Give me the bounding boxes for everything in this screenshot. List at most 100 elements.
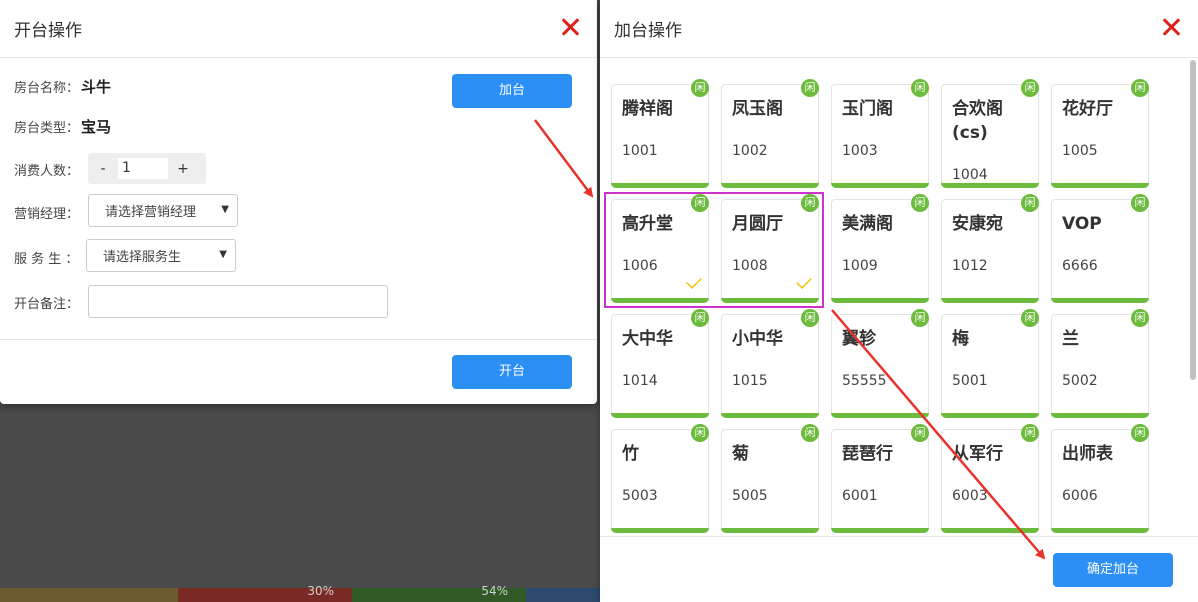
idle-status-badge: 闲 bbox=[911, 194, 929, 212]
room-name: 安康宛 bbox=[952, 214, 1003, 234]
room-name: 琵琶行 bbox=[842, 444, 893, 464]
footer-divider bbox=[600, 536, 1198, 537]
room-card[interactable]: 小中华 1015 闲 bbox=[721, 309, 819, 418]
idle-status-badge: 闲 bbox=[691, 424, 709, 442]
scrollbar[interactable] bbox=[1190, 60, 1196, 380]
idle-status-badge: 闲 bbox=[911, 424, 929, 442]
idle-status-badge: 闲 bbox=[1131, 309, 1149, 327]
room-name: 菊 bbox=[732, 444, 749, 464]
room-number: 1005 bbox=[1062, 143, 1098, 159]
room-name: 月圆厅 bbox=[732, 214, 783, 234]
open-table-dialog: 开台操作 房台名称： 斗牛 房台类型： 宝马 消费人数： - 1 + 营销经理：… bbox=[0, 0, 597, 404]
room-name: 腾祥阁 bbox=[622, 99, 673, 119]
idle-status-badge: 闲 bbox=[1131, 79, 1149, 97]
checkmark-icon bbox=[796, 273, 812, 289]
room-number: 1002 bbox=[732, 143, 768, 159]
stat-segment bbox=[526, 588, 600, 602]
stat-percent: 54% bbox=[481, 584, 508, 598]
room-card[interactable]: 凤玉阁 1002 闲 bbox=[721, 79, 819, 188]
room-card[interactable]: VOP 6666 闲 bbox=[1051, 194, 1149, 303]
decrement-button[interactable]: - bbox=[88, 161, 118, 177]
remark-label: 开台备注： bbox=[14, 297, 80, 312]
room-name: 凤玉阁 bbox=[732, 99, 783, 119]
increment-button[interactable]: + bbox=[168, 161, 198, 177]
idle-status-badge: 闲 bbox=[691, 194, 709, 212]
stat-segment: 54% bbox=[352, 584, 526, 602]
dialog-title: 加台操作 bbox=[614, 21, 682, 41]
people-count-input[interactable]: 1 bbox=[118, 158, 168, 179]
people-count-label: 消费人数： bbox=[14, 164, 80, 179]
idle-status-badge: 闲 bbox=[1021, 194, 1039, 212]
room-type-row: 房台类型： 宝马 bbox=[14, 116, 111, 137]
stat-segment bbox=[0, 588, 178, 602]
add-table-dialog: 加台操作 腾祥阁 1001 闲凤玉阁 1002 闲玉门阁 1003 闲合欢阁(cs) 1004… bbox=[600, 0, 1198, 602]
stat-percent: 30% bbox=[307, 584, 334, 598]
room-name: 美满阁 bbox=[842, 214, 893, 234]
room-number: 5003 bbox=[622, 488, 658, 504]
add-table-button[interactable]: 加台 bbox=[452, 74, 572, 108]
idle-status-badge: 闲 bbox=[691, 79, 709, 97]
room-number: 1014 bbox=[622, 373, 658, 389]
room-number: 1006 bbox=[622, 258, 658, 274]
room-number: 1012 bbox=[952, 258, 988, 274]
room-name: 高升堂 bbox=[622, 214, 673, 234]
room-card[interactable]: 梅 5001 闲 bbox=[941, 309, 1039, 418]
idle-status-badge: 闲 bbox=[801, 309, 819, 327]
room-name: 合欢阁(cs) bbox=[952, 99, 1003, 143]
open-table-button[interactable]: 开台 bbox=[452, 355, 572, 389]
room-number: 6001 bbox=[842, 488, 878, 504]
room-card[interactable]: 菊 5005 闲 bbox=[721, 424, 819, 533]
room-number: 1015 bbox=[732, 373, 768, 389]
room-number: 6666 bbox=[1062, 258, 1098, 274]
room-name: 兰 bbox=[1062, 329, 1079, 349]
room-number: 1009 bbox=[842, 258, 878, 274]
room-card[interactable]: 花好厅 1005 闲 bbox=[1051, 79, 1149, 188]
room-card[interactable]: 腾祥阁 1001 闲 bbox=[611, 79, 709, 188]
idle-status-badge: 闲 bbox=[911, 79, 929, 97]
dialog-header: 开台操作 bbox=[0, 0, 597, 58]
manager-select[interactable]: 请选择营销经理 ▼ bbox=[88, 194, 238, 227]
room-card[interactable]: 出师表 6006 闲 bbox=[1051, 424, 1149, 533]
room-card[interactable]: 翼轸 55555 闲 bbox=[831, 309, 929, 418]
room-name: 梅 bbox=[952, 329, 969, 349]
room-card[interactable]: 安康宛 1012 闲 bbox=[941, 194, 1039, 303]
confirm-add-table-button[interactable]: 确定加台 bbox=[1053, 553, 1173, 587]
idle-status-badge: 闲 bbox=[1021, 309, 1039, 327]
waiter-select[interactable]: 请选择服务生 ▼ bbox=[86, 239, 236, 272]
room-card[interactable]: 玉门阁 1003 闲 bbox=[831, 79, 929, 188]
room-card[interactable]: 合欢阁(cs) 1004 闲 bbox=[941, 79, 1039, 188]
dropdown-arrow-icon: ▼ bbox=[219, 249, 227, 260]
room-name: 花好厅 bbox=[1062, 99, 1113, 119]
room-number: 6006 bbox=[1062, 488, 1098, 504]
room-name: VOP bbox=[1062, 214, 1102, 234]
room-type-value: 宝马 bbox=[81, 118, 112, 136]
dropdown-arrow-icon: ▼ bbox=[221, 204, 229, 215]
room-card[interactable]: 月圆厅 1008 闲 bbox=[721, 194, 819, 303]
room-card[interactable]: 琵琶行 6001 闲 bbox=[831, 424, 929, 533]
idle-status-badge: 闲 bbox=[1131, 424, 1149, 442]
room-number: 5005 bbox=[732, 488, 768, 504]
idle-status-badge: 闲 bbox=[691, 309, 709, 327]
remark-input[interactable] bbox=[88, 285, 388, 318]
manager-label: 营销经理： bbox=[14, 207, 80, 222]
room-card[interactable]: 竹 5003 闲 bbox=[611, 424, 709, 533]
room-number: 1004 bbox=[952, 167, 988, 183]
room-card[interactable]: 兰 5002 闲 bbox=[1051, 309, 1149, 418]
people-count-stepper: - 1 + bbox=[88, 153, 206, 184]
room-card[interactable]: 大中华 1014 闲 bbox=[611, 309, 709, 418]
room-card[interactable]: 美满阁 1009 闲 bbox=[831, 194, 929, 303]
close-icon[interactable] bbox=[561, 18, 579, 36]
background-stats-strip: 30% 54% bbox=[0, 584, 600, 602]
room-number: 5001 bbox=[952, 373, 988, 389]
room-name: 竹 bbox=[622, 444, 639, 464]
room-card[interactable]: 从军行 6003 闲 bbox=[941, 424, 1039, 533]
idle-status-badge: 闲 bbox=[801, 424, 819, 442]
room-card[interactable]: 高升堂 1006 闲 bbox=[611, 194, 709, 303]
room-name-row: 房台名称： 斗牛 bbox=[14, 76, 111, 97]
dialog-title: 开台操作 bbox=[14, 21, 82, 41]
idle-status-badge: 闲 bbox=[1021, 79, 1039, 97]
idle-status-badge: 闲 bbox=[801, 194, 819, 212]
room-number: 1001 bbox=[622, 143, 658, 159]
waiter-label: 服 务 生 ： bbox=[14, 252, 79, 267]
close-icon[interactable] bbox=[1162, 18, 1180, 36]
